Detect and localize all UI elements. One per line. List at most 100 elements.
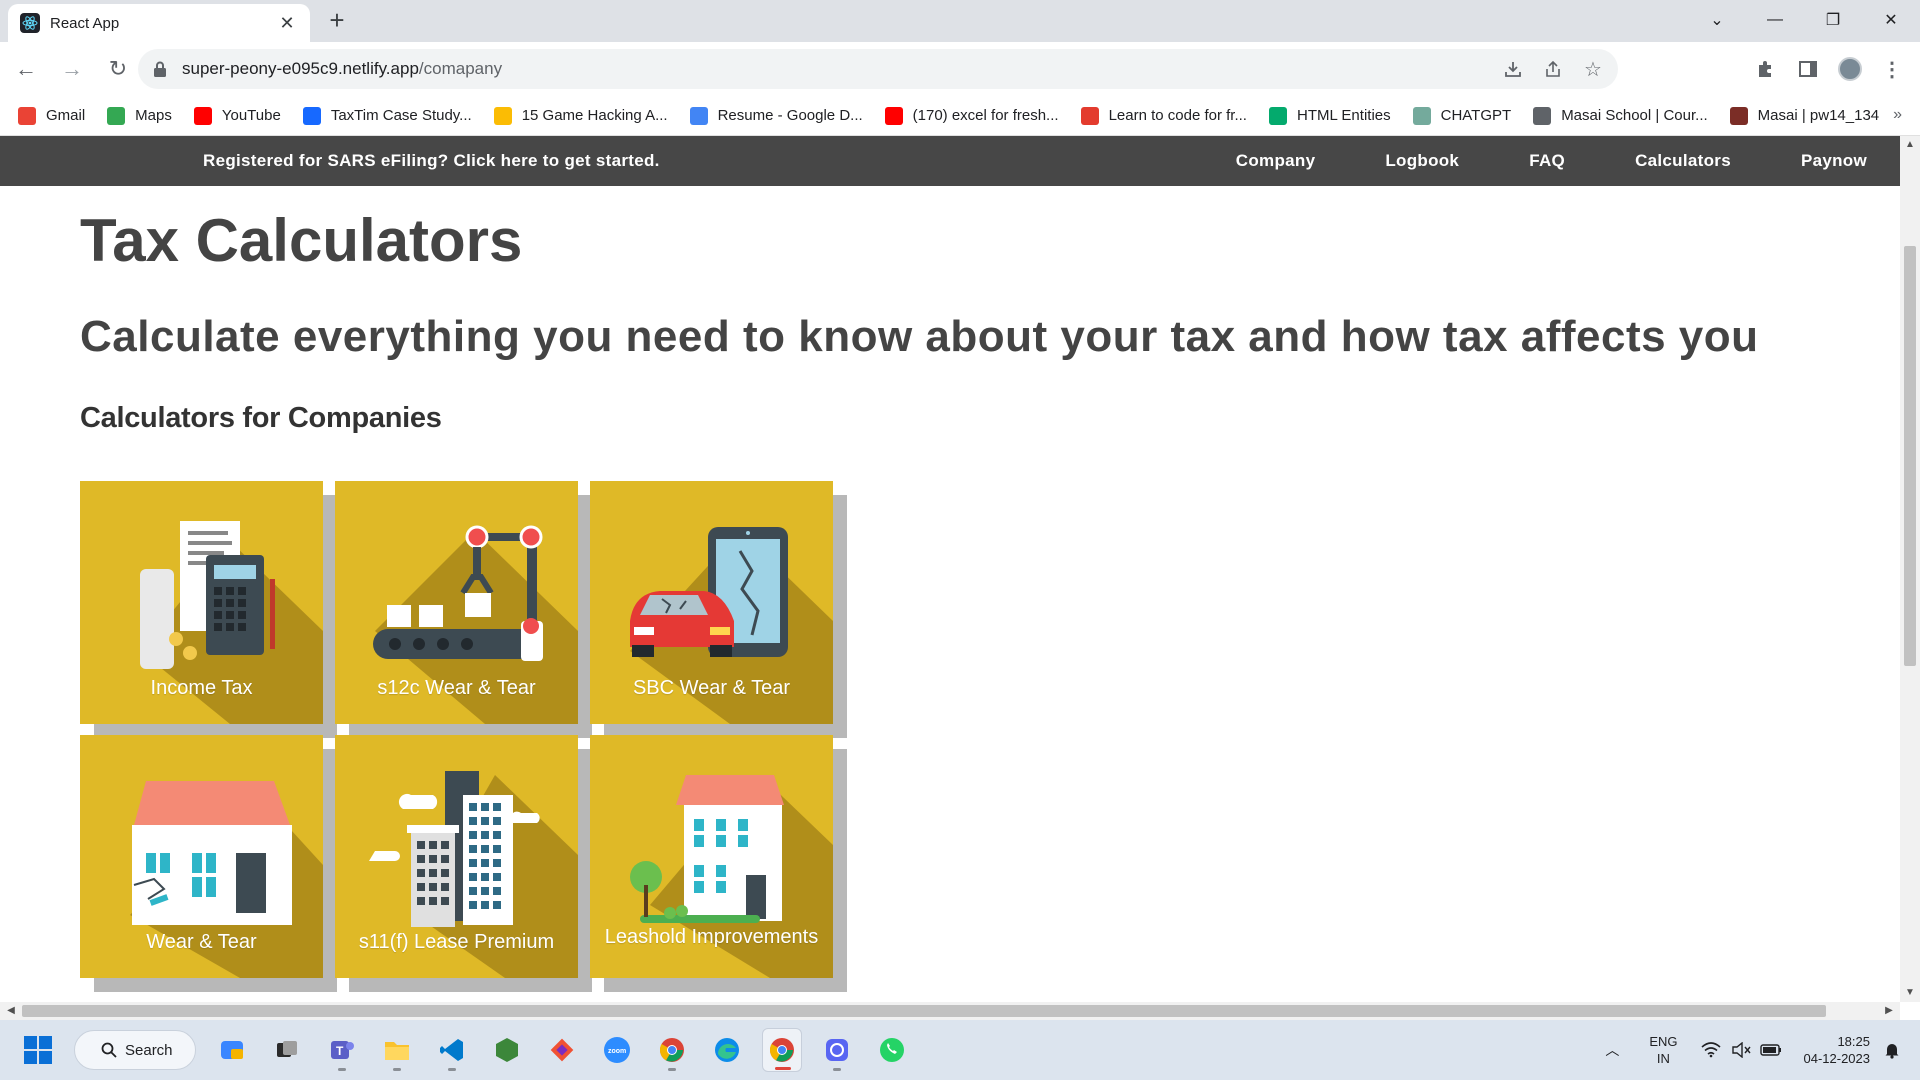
gmail-icon — [18, 106, 36, 125]
section-title: Calculators for Companies — [80, 402, 442, 434]
bookmark-label: Learn to code for fr... — [1108, 107, 1247, 124]
site-navbar: Registered for SARS eFiling? Click here … — [0, 136, 1900, 186]
card-sbc-wear-tear[interactable]: SBC Wear & Tear — [590, 481, 833, 724]
profile-avatar[interactable] — [1838, 57, 1862, 81]
nav-links: Company Logbook FAQ Calculators Paynow — [1166, 136, 1867, 186]
bookmark-item[interactable]: Learn to code for fr... — [1080, 106, 1247, 125]
scroll-down-arrow-icon[interactable]: ▼ — [1900, 984, 1920, 1002]
scrollbar-thumb[interactable] — [22, 1005, 1826, 1017]
card-income-tax[interactable]: Income Tax — [80, 481, 323, 724]
card-s11f-lease-premium[interactable]: s11(f) Lease Premium — [335, 735, 578, 978]
bookmark-label: YouTube — [221, 107, 281, 124]
nav-link-company[interactable]: Company — [1236, 151, 1316, 171]
whatsapp-app-icon[interactable] — [872, 1028, 912, 1072]
taskbar-apps: T zoom — [212, 1028, 912, 1072]
language-indicator[interactable]: ENG IN — [1649, 1033, 1677, 1067]
node-app-icon[interactable] — [487, 1028, 527, 1072]
minimize-window-button[interactable]: — — [1746, 0, 1804, 40]
edge-app-icon[interactable] — [707, 1028, 747, 1072]
menu-kebab-icon[interactable]: ⋮ — [1880, 57, 1904, 81]
youtube-icon — [884, 106, 903, 125]
bookmark-item[interactable]: YouTube — [193, 106, 281, 125]
close-tab-icon[interactable]: ✕ — [276, 13, 298, 34]
chrome-app-icon[interactable] — [652, 1028, 692, 1072]
scrollbar-thumb[interactable] — [1904, 246, 1916, 666]
bookmark-label: 15 Game Hacking A... — [521, 107, 668, 124]
forward-arrow-icon[interactable]: → — [52, 49, 92, 89]
notification-bell-icon[interactable] — [1882, 1040, 1902, 1060]
bookmark-label: Masai School | Cour... — [1561, 107, 1708, 124]
copilot-app-icon[interactable] — [212, 1028, 252, 1072]
zoom-app-icon[interactable]: zoom — [597, 1028, 637, 1072]
bookmark-label: (170) excel for fresh... — [912, 107, 1059, 124]
nav-link-logbook[interactable]: Logbook — [1385, 151, 1459, 171]
vertical-scrollbar[interactable]: ▲ ▼ — [1900, 136, 1920, 1002]
scroll-left-arrow-icon[interactable]: ◀ — [2, 1002, 20, 1020]
bookmark-item[interactable]: CHATGPT — [1412, 106, 1511, 125]
horizontal-scrollbar[interactable]: ◀ ▶ — [0, 1002, 1900, 1020]
side-panel-icon[interactable] — [1796, 57, 1820, 81]
card-label: s12c Wear & Tear — [377, 677, 536, 699]
svg-text:T: T — [336, 1044, 344, 1058]
task-view-icon[interactable] — [267, 1028, 307, 1072]
maps-icon — [107, 106, 126, 125]
card-leashold-improvements[interactable]: Leashold Improvements — [590, 735, 833, 978]
show-hidden-icons-icon[interactable]: ︿ — [1605, 1040, 1619, 1060]
chatgpt-icon — [1412, 106, 1431, 125]
system-clock[interactable]: 18:25 04-12-2023 — [1804, 1033, 1871, 1067]
card-wear-tear[interactable]: Wear & Tear — [80, 735, 323, 978]
new-tab-button[interactable]: + — [322, 6, 352, 36]
address-bar[interactable]: super-peony-e095c9.netlify.app/comapany … — [138, 49, 1618, 89]
sars-efiling-link[interactable]: Registered for SARS eFiling? Click here … — [203, 136, 660, 186]
bookmark-label: Gmail — [46, 107, 86, 124]
more-bookmarks-icon[interactable]: » — [1893, 106, 1902, 124]
extensions-puzzle-icon[interactable] — [1754, 57, 1778, 81]
react-icon — [20, 13, 40, 33]
teams-app-icon[interactable]: T — [322, 1028, 362, 1072]
bookmark-item[interactable]: (170) excel for fresh... — [884, 106, 1059, 125]
file-explorer-icon[interactable] — [377, 1028, 417, 1072]
nav-link-paynow[interactable]: Paynow — [1801, 151, 1867, 171]
install-app-icon[interactable] — [1502, 58, 1524, 80]
bookmark-item[interactable]: Resume - Google D... — [689, 106, 863, 125]
git-app-icon[interactable] — [542, 1028, 582, 1072]
scroll-up-arrow-icon[interactable]: ▲ — [1900, 136, 1920, 154]
browser-tab[interactable]: React App ✕ — [8, 4, 310, 42]
card-s12c-wear-tear[interactable]: s12c Wear & Tear — [335, 481, 578, 724]
nav-link-calculators[interactable]: Calculators — [1635, 151, 1731, 171]
bookmark-item[interactable]: 15 Game Hacking A... — [493, 106, 668, 125]
bookmark-item[interactable]: Masai School | Cour... — [1533, 106, 1708, 125]
masai-icon — [1729, 106, 1748, 125]
speaker-muted-icon[interactable] — [1730, 1039, 1752, 1061]
share-icon[interactable] — [1542, 58, 1564, 80]
reload-icon[interactable]: ↻ — [98, 49, 138, 89]
bookmark-item[interactable]: HTML Entities — [1268, 106, 1391, 125]
windows-start-icon[interactable] — [24, 1036, 52, 1064]
url-text: super-peony-e095c9.netlify.app/comapany — [182, 59, 503, 78]
battery-icon[interactable] — [1759, 1039, 1782, 1061]
browser-toolbar: ← → ↻ super-peony-e095c9.netlify.app/com… — [0, 42, 1920, 96]
bookmark-item[interactable]: Masai | pw14_134 — [1729, 106, 1879, 125]
restore-window-button[interactable]: ❐ — [1804, 0, 1862, 40]
app-icon[interactable] — [817, 1028, 857, 1072]
bookmark-item[interactable]: Maps — [107, 106, 172, 125]
globe-icon — [1533, 106, 1552, 125]
tab-search-icon[interactable]: ⌄ — [1688, 0, 1746, 40]
page-viewport: Registered for SARS eFiling? Click here … — [0, 136, 1900, 1002]
bookmark-item[interactable]: Gmail — [18, 106, 86, 125]
bookmark-label: Resume - Google D... — [717, 107, 863, 124]
bookmark-label: Maps — [135, 107, 172, 124]
browser-tab-strip: React App ✕ + ⌄ — ❐ ✕ — [0, 0, 1920, 42]
back-arrow-icon[interactable]: ← — [6, 49, 46, 89]
windows-taskbar: Search T zoom ︿ ENG IN 18:25 04-12-2023 — [0, 1020, 1920, 1080]
bookmark-star-icon[interactable]: ☆ — [1582, 58, 1604, 81]
scroll-right-arrow-icon[interactable]: ▶ — [1880, 1002, 1898, 1020]
chrome-active-app-icon[interactable] — [762, 1028, 802, 1072]
bookmark-item[interactable]: TaxTim Case Study... — [302, 106, 472, 125]
vscode-app-icon[interactable] — [432, 1028, 472, 1072]
drive-icon — [493, 106, 512, 125]
taskbar-search-button[interactable]: Search — [74, 1030, 196, 1070]
wifi-icon[interactable] — [1700, 1039, 1722, 1061]
close-window-button[interactable]: ✕ — [1862, 0, 1920, 40]
nav-link-faq[interactable]: FAQ — [1529, 151, 1565, 171]
